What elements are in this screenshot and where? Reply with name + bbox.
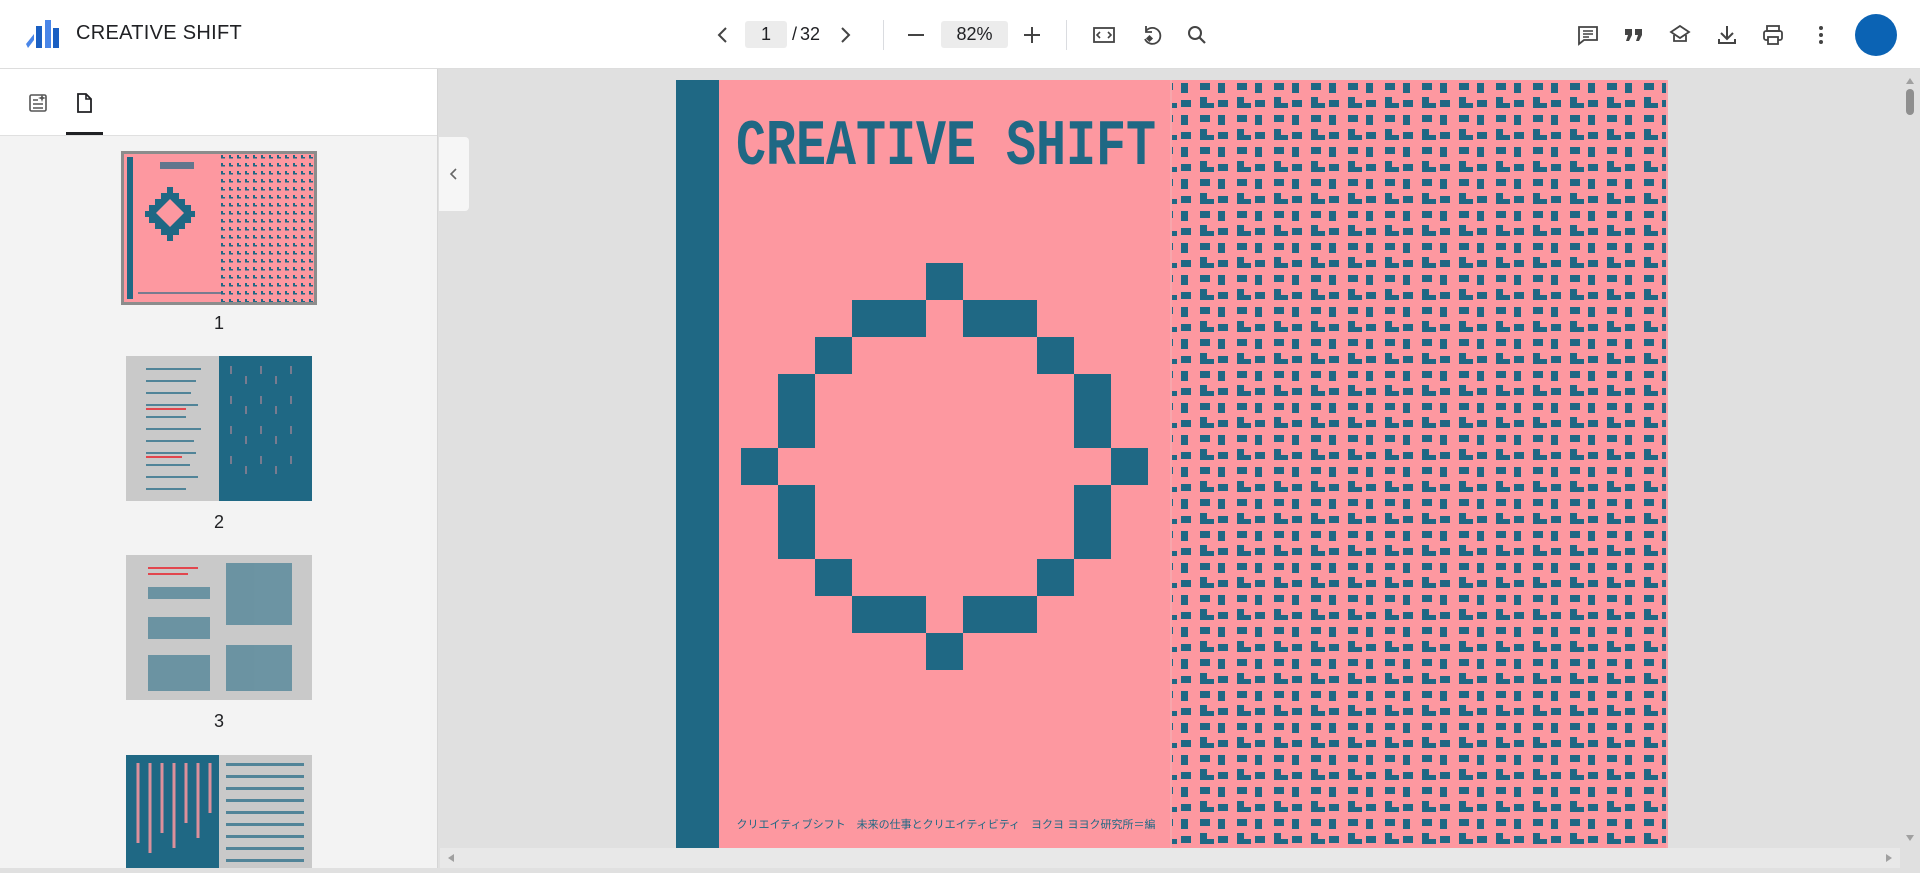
vertical-scrollbar[interactable] — [1900, 69, 1920, 848]
document-title: CREATIVE SHIFT — [76, 22, 243, 44]
tab-outline[interactable] — [18, 83, 58, 123]
scrollbar-track — [448, 854, 1892, 862]
thumbnail-page-4[interactable] — [126, 755, 312, 868]
download-icon — [1718, 26, 1736, 44]
thumbnail-preview — [126, 755, 312, 868]
cover-artwork: CREATIVE SHIFT クリエイティブシフト 未来の仕事とクリエイティビテ… — [676, 80, 1668, 848]
thumbnail-label: 1 — [213, 313, 224, 333]
page-separator: / — [792, 24, 798, 44]
search-button[interactable] — [1177, 15, 1217, 55]
top-toolbar: CREATIVE SHIFT / 32 82% — [0, 0, 1920, 69]
minus-icon — [908, 34, 924, 36]
thumbnail-preview — [126, 555, 312, 700]
sidebar-tabs — [0, 69, 437, 136]
toolbar-divider — [883, 20, 884, 50]
chevron-left-icon — [717, 27, 727, 43]
comment-icon — [1578, 26, 1598, 46]
more-vert-icon — [1819, 26, 1823, 44]
document-page: CREATIVE SHIFT クリエイティブシフト 未来の仕事とクリエイティビテ… — [676, 80, 1668, 848]
thumbnail-page-2[interactable] — [126, 356, 312, 501]
app-logo-icon — [26, 20, 59, 48]
thumbnail-label: 2 — [213, 512, 224, 532]
save-to-drive-button[interactable] — [1660, 15, 1700, 55]
drive-add-icon — [1669, 24, 1691, 42]
page-icon — [77, 93, 92, 113]
thumbnail-label: 3 — [213, 711, 224, 731]
scrollbar-track — [1906, 78, 1914, 841]
zoom-level[interactable]: 82% — [941, 21, 1008, 48]
more-options-button[interactable] — [1801, 15, 1841, 55]
quote-button[interactable] — [1614, 15, 1654, 55]
search-icon — [1188, 26, 1206, 44]
cover-title: CREATIVE SHIFT — [736, 111, 1156, 184]
thumbnail-sidebar: 1 2 3 — [0, 69, 438, 868]
fit-width-icon — [1093, 27, 1115, 43]
chevron-right-icon — [841, 27, 851, 43]
thumbnail-page-3[interactable] — [126, 555, 312, 700]
tab-thumbnails[interactable] — [64, 83, 104, 123]
avatar[interactable] — [1855, 14, 1897, 56]
plus-icon — [1024, 27, 1040, 43]
rotate-button[interactable] — [1131, 15, 1171, 55]
next-page-button[interactable] — [825, 15, 865, 55]
download-button[interactable] — [1707, 15, 1747, 55]
comments-button[interactable] — [1568, 15, 1608, 55]
printer-icon — [1763, 25, 1783, 45]
print-button[interactable] — [1753, 15, 1793, 55]
collapse-sidebar-button[interactable] — [439, 137, 469, 211]
page-total: 32 — [800, 24, 821, 44]
previous-page-button[interactable] — [703, 15, 743, 55]
zoom-out-button[interactable] — [896, 15, 936, 55]
thumbnail-page-1[interactable] — [121, 151, 317, 305]
horizontal-scrollbar[interactable] — [440, 848, 1900, 868]
chevron-left-icon — [449, 168, 457, 180]
thumbnail-preview — [126, 356, 312, 501]
page-number-input[interactable] — [745, 21, 787, 48]
active-tab-indicator — [66, 132, 103, 135]
cover-subtitle: クリエイティブシフト 未来の仕事とクリエイティビティ ヨクヨ ヨヨク研究所＝編 — [736, 817, 1155, 831]
outline-icon — [29, 94, 47, 112]
quote-icon — [1625, 29, 1642, 41]
toolbar-divider — [1066, 20, 1067, 50]
fit-page-button[interactable] — [1084, 15, 1124, 55]
rotate-icon — [1144, 26, 1162, 45]
thumbnail-preview — [124, 154, 314, 302]
zoom-in-button[interactable] — [1012, 15, 1052, 55]
